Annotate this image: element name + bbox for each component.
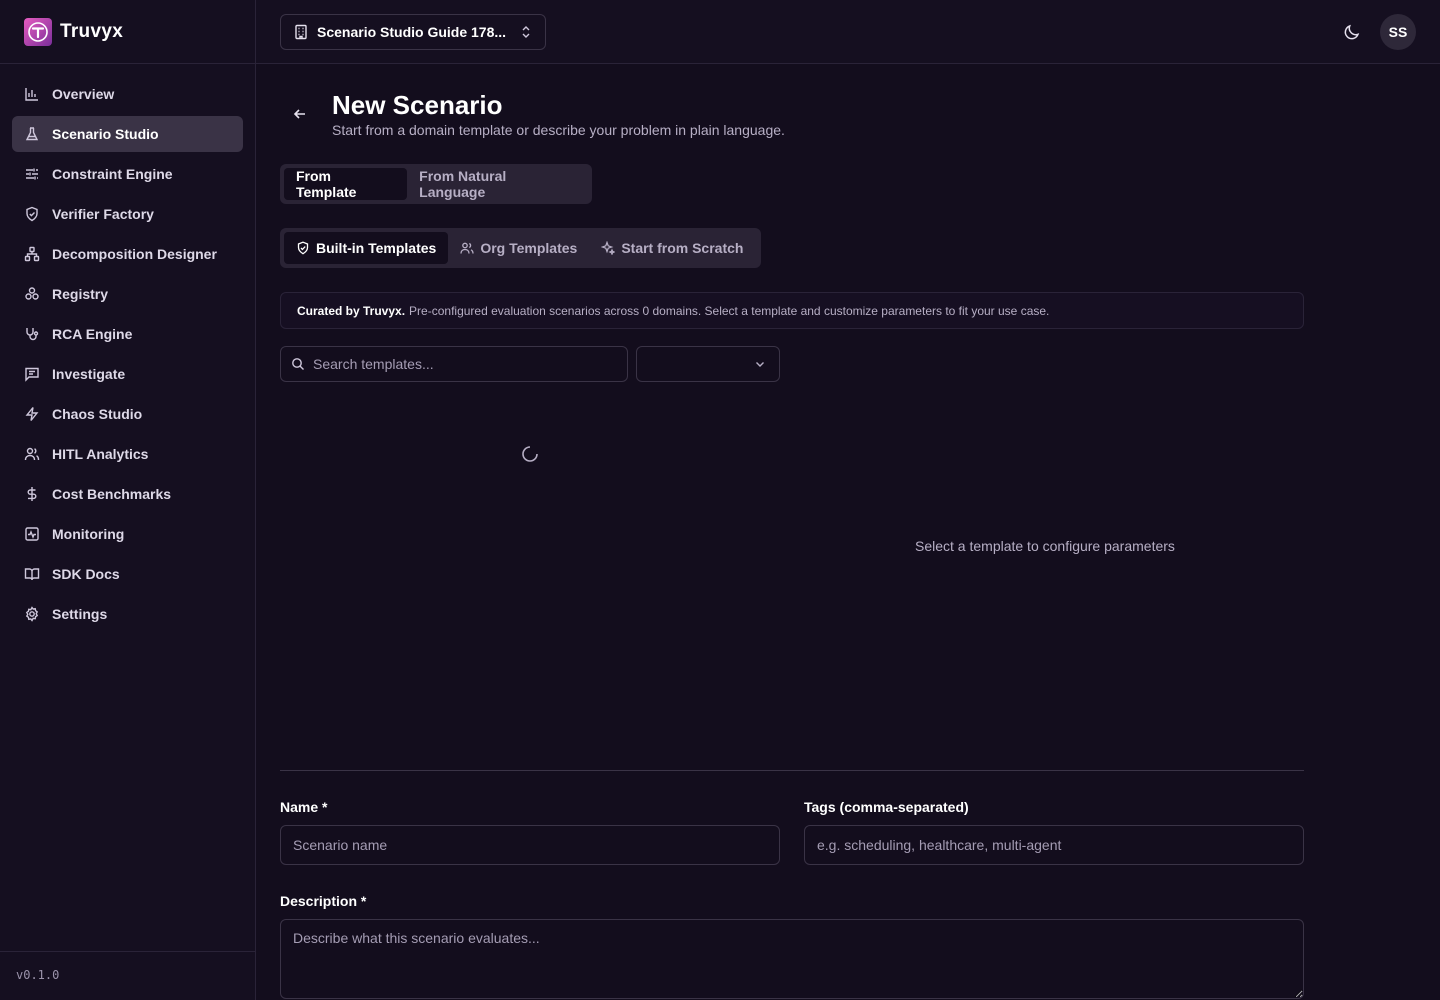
sidebar-item-label: RCA Engine (52, 326, 133, 342)
sidebar-item-label: Chaos Studio (52, 406, 143, 422)
sidebar-item-rca-engine[interactable]: RCA Engine (12, 316, 243, 352)
activity-icon (25, 527, 39, 541)
sidebar-item-label: Decomposition Designer (52, 246, 217, 262)
project-name: Scenario Studio Guide 178... (317, 24, 507, 40)
dollar-icon (27, 487, 37, 501)
shield-check-icon (26, 206, 38, 222)
sidebar-item-label: Scenario Studio (52, 126, 159, 142)
brand-logo (24, 17, 52, 46)
users-icon (460, 242, 474, 254)
t-logo-icon (28, 21, 48, 42)
chevrons-up-down-icon (522, 26, 530, 38)
domain-filter-select[interactable] (636, 346, 780, 382)
brand-name: Truvyx (60, 20, 124, 42)
sidebar-item-constraint-engine[interactable]: Constraint Engine (12, 156, 243, 192)
mode-tabs: From Template From Natural Language (280, 164, 592, 204)
loading-spinner (520, 444, 540, 464)
stethoscope-icon (26, 328, 39, 341)
description-label: Description * (280, 893, 367, 909)
message-square-icon (25, 367, 39, 382)
zap-icon (25, 407, 39, 421)
sidebar-item-decomposition-designer[interactable]: Decomposition Designer (12, 236, 243, 272)
sidebar-item-registry[interactable]: Registry (12, 276, 243, 312)
app-version: v0.1.0 (0, 951, 255, 1000)
name-label: Name * (280, 799, 328, 815)
building-icon (295, 24, 307, 40)
name-input[interactable] (280, 825, 780, 865)
sidebar-item-label: Settings (52, 606, 108, 622)
sidebar-item-chaos-studio[interactable]: Chaos Studio (12, 396, 243, 432)
tags-input[interactable] (804, 825, 1304, 865)
search-input[interactable] (313, 356, 603, 372)
curated-title: Curated by Truvyx. (297, 303, 406, 318)
sidebar-item-label: Constraint Engine (52, 166, 173, 182)
chevron-down-icon (756, 362, 764, 367)
tab-start-from-scratch[interactable]: Start from Scratch (589, 232, 755, 264)
params-empty-message: Select a template to configure parameter… (915, 538, 1175, 554)
theme-toggle-button[interactable] (1342, 22, 1362, 42)
loader-icon (522, 446, 538, 462)
tab-from-template[interactable]: From Template (284, 168, 408, 200)
sidebar: Truvyx Overview Scenario Studio Constrai… (0, 0, 256, 1000)
project-selector[interactable]: Scenario Studio Guide 178... (280, 14, 546, 50)
sidebar-item-label: Overview (52, 86, 115, 102)
sidebar-item-label: HITL Analytics (52, 446, 149, 462)
sidebar-item-label: Registry (52, 286, 109, 302)
sidebar-item-label: Verifier Factory (52, 206, 154, 222)
sidebar-item-label: Monitoring (52, 526, 125, 542)
sidebar-item-cost-benchmarks[interactable]: Cost Benchmarks (12, 476, 243, 512)
boxes-icon (25, 287, 39, 300)
search-icon (292, 358, 304, 370)
sidebar-item-sdk-docs[interactable]: SDK Docs (12, 556, 243, 592)
flask-icon (25, 127, 39, 141)
source-tabs: Built-in Templates Org Templates Start f… (280, 228, 761, 268)
tags-label: Tags (comma-separated) (804, 799, 969, 815)
tab-from-natural-language[interactable]: From Natural Language (407, 168, 588, 200)
sidebar-item-verifier-factory[interactable]: Verifier Factory (12, 196, 243, 232)
template-search[interactable] (280, 346, 628, 382)
section-divider (280, 770, 1304, 771)
moon-icon (1344, 24, 1360, 40)
brand[interactable]: Truvyx (0, 0, 255, 64)
curated-text: Pre-configured evaluation scenarios acro… (409, 303, 1050, 318)
sidebar-item-scenario-studio[interactable]: Scenario Studio (12, 116, 243, 152)
tab-org-templates[interactable]: Org Templates (448, 232, 589, 264)
page-subtitle: Start from a domain template or describe… (332, 122, 785, 138)
tab-label: Start from Scratch (621, 240, 744, 256)
sliders-icon (26, 168, 38, 180)
gear-icon (25, 606, 39, 622)
sidebar-nav: Overview Scenario Studio Constraint Engi… (0, 64, 255, 648)
description-textarea[interactable] (280, 919, 1304, 999)
curated-banner: Curated by Truvyx. Pre-configured evalua… (280, 292, 1304, 329)
users-icon (24, 447, 40, 461)
sidebar-item-label: Investigate (52, 366, 126, 382)
sidebar-item-label: Cost Benchmarks (52, 486, 172, 502)
page-title: New Scenario (332, 90, 503, 120)
avatar[interactable]: SS (1380, 14, 1416, 50)
shield-check-icon (297, 241, 309, 255)
back-button[interactable] (292, 106, 308, 122)
sidebar-item-overview[interactable]: Overview (12, 76, 243, 112)
topbar: Scenario Studio Guide 178... SS (256, 0, 1440, 64)
sidebar-item-hitl-analytics[interactable]: HITL Analytics (12, 436, 243, 472)
book-open-icon (24, 568, 40, 581)
sidebar-item-settings[interactable]: Settings (12, 596, 243, 632)
arrow-left-icon (293, 109, 305, 119)
sidebar-item-monitoring[interactable]: Monitoring (12, 516, 243, 552)
sidebar-item-label: SDK Docs (52, 566, 120, 582)
tab-built-in-templates[interactable]: Built-in Templates (284, 232, 449, 264)
sidebar-item-investigate[interactable]: Investigate (12, 356, 243, 392)
tab-label: Built-in Templates (316, 240, 437, 256)
bar-chart-icon (25, 88, 38, 101)
sparkles-icon (601, 241, 616, 255)
network-icon (24, 246, 40, 262)
tab-label: Org Templates (480, 240, 578, 256)
